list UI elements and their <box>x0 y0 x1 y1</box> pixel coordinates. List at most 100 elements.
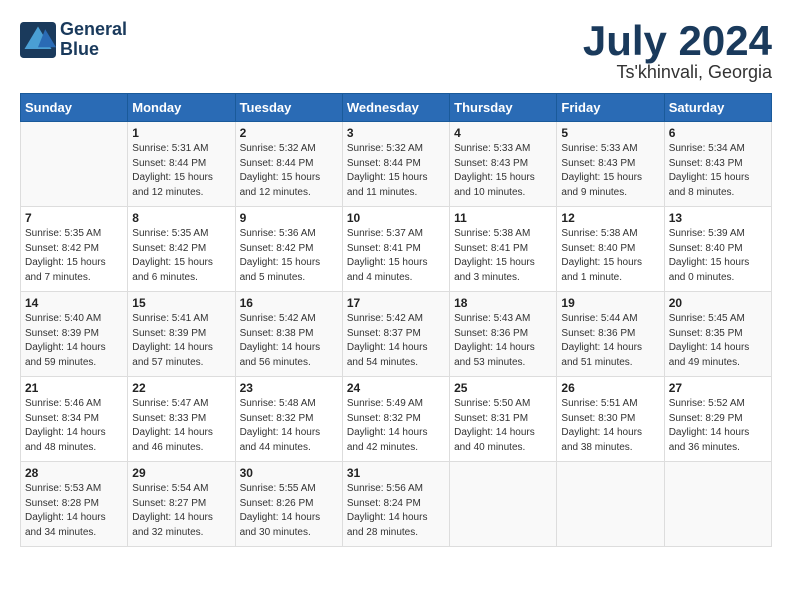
logo-text: General Blue <box>60 20 127 60</box>
day-cell: 17Sunrise: 5:42 AM Sunset: 8:37 PM Dayli… <box>342 292 449 377</box>
header-cell-monday: Monday <box>128 94 235 122</box>
week-row-3: 14Sunrise: 5:40 AM Sunset: 8:39 PM Dayli… <box>21 292 772 377</box>
header-cell-saturday: Saturday <box>664 94 771 122</box>
day-info: Sunrise: 5:52 AM Sunset: 8:29 PM Dayligh… <box>669 397 767 455</box>
day-info: Sunrise: 5:45 AM Sunset: 8:35 PM Dayligh… <box>669 312 767 370</box>
day-cell: 16 Sunrise: 5:42 AM Sunset: 8:38 PM Dayli… <box>235 292 342 377</box>
day-cell: 24Sunrise: 5:49 AM Sunset: 8:32 PM Dayli… <box>342 377 449 462</box>
day-number: 11 <box>454 211 552 225</box>
day-cell: 11 Sunrise: 5:38 AM Sunset: 8:41 PM Dayli… <box>450 207 557 292</box>
day-cell <box>557 462 664 547</box>
day-number: 4 <box>454 126 552 140</box>
calendar-table: SundayMondayTuesdayWednesdayThursdayFrid… <box>20 93 772 547</box>
day-number: 16 <box>240 296 338 310</box>
day-cell: 22 Sunrise: 5:47 AM Sunset: 8:33 PM Dayli… <box>128 377 235 462</box>
header-cell-wednesday: Wednesday <box>342 94 449 122</box>
week-row-1: 1Sunrise: 5:31 AM Sunset: 8:44 PM Daylig… <box>21 122 772 207</box>
logo-line1: General <box>60 20 127 40</box>
day-info: Sunrise: 5:32 AM Sunset: 8:44 PM Dayligh… <box>347 142 445 200</box>
day-cell: 9 Sunrise: 5:36 AM Sunset: 8:42 PM Daylig… <box>235 207 342 292</box>
day-info: Sunrise: 5:54 AM Sunset: 8:27 PM Dayligh… <box>132 482 230 540</box>
day-info: Sunrise: 5:46 AM Sunset: 8:34 PM Dayligh… <box>25 397 123 455</box>
logo-icon <box>20 22 56 58</box>
day-number: 25 <box>454 381 552 395</box>
day-number: 8 <box>132 211 230 225</box>
day-info: Sunrise: 5:34 AM Sunset: 8:43 PM Dayligh… <box>669 142 767 200</box>
day-number: 18 <box>454 296 552 310</box>
day-number: 28 <box>25 466 123 480</box>
day-number: 30 <box>240 466 338 480</box>
logo-line2: Blue <box>60 40 127 60</box>
header-cell-tuesday: Tuesday <box>235 94 342 122</box>
day-cell: 15 Sunrise: 5:41 AM Sunset: 8:39 PM Dayli… <box>128 292 235 377</box>
calendar-subtitle: Ts'khinvali, Georgia <box>583 62 772 83</box>
day-info: Sunrise: 5:33 AM Sunset: 8:43 PM Dayligh… <box>561 142 659 200</box>
day-number: 23 <box>240 381 338 395</box>
day-number: 13 <box>669 211 767 225</box>
header-cell-thursday: Thursday <box>450 94 557 122</box>
day-number: 12 <box>561 211 659 225</box>
day-info: Sunrise: 5:32 AM Sunset: 8:44 PM Dayligh… <box>240 142 338 200</box>
day-number: 20 <box>669 296 767 310</box>
day-number: 21 <box>25 381 123 395</box>
day-cell: 20 Sunrise: 5:45 AM Sunset: 8:35 PM Dayli… <box>664 292 771 377</box>
logo: General Blue <box>20 20 127 60</box>
day-info: Sunrise: 5:42 AM Sunset: 8:38 PM Dayligh… <box>240 312 338 370</box>
day-number: 6 <box>669 126 767 140</box>
day-info: Sunrise: 5:33 AM Sunset: 8:43 PM Dayligh… <box>454 142 552 200</box>
day-number: 9 <box>240 211 338 225</box>
day-number: 5 <box>561 126 659 140</box>
day-number: 10 <box>347 211 445 225</box>
day-info: Sunrise: 5:44 AM Sunset: 8:36 PM Dayligh… <box>561 312 659 370</box>
day-number: 2 <box>240 126 338 140</box>
day-number: 3 <box>347 126 445 140</box>
title-block: July 2024 Ts'khinvali, Georgia <box>583 20 772 83</box>
day-info: Sunrise: 5:36 AM Sunset: 8:42 PM Dayligh… <box>240 227 338 285</box>
day-info: Sunrise: 5:39 AM Sunset: 8:40 PM Dayligh… <box>669 227 767 285</box>
day-cell: 2 Sunrise: 5:32 AM Sunset: 8:44 PM Daylig… <box>235 122 342 207</box>
day-info: Sunrise: 5:41 AM Sunset: 8:39 PM Dayligh… <box>132 312 230 370</box>
day-number: 15 <box>132 296 230 310</box>
calendar-body: 1Sunrise: 5:31 AM Sunset: 8:44 PM Daylig… <box>21 122 772 547</box>
day-number: 7 <box>25 211 123 225</box>
day-cell <box>664 462 771 547</box>
day-number: 27 <box>669 381 767 395</box>
day-info: Sunrise: 5:43 AM Sunset: 8:36 PM Dayligh… <box>454 312 552 370</box>
day-cell: 5 Sunrise: 5:33 AM Sunset: 8:43 PM Daylig… <box>557 122 664 207</box>
day-cell: 25Sunrise: 5:50 AM Sunset: 8:31 PM Dayli… <box>450 377 557 462</box>
day-info: Sunrise: 5:37 AM Sunset: 8:41 PM Dayligh… <box>347 227 445 285</box>
day-cell: 7Sunrise: 5:35 AM Sunset: 8:42 PM Daylig… <box>21 207 128 292</box>
calendar-header: SundayMondayTuesdayWednesdayThursdayFrid… <box>21 94 772 122</box>
day-info: Sunrise: 5:47 AM Sunset: 8:33 PM Dayligh… <box>132 397 230 455</box>
calendar-title: July 2024 <box>583 20 772 62</box>
day-number: 19 <box>561 296 659 310</box>
day-info: Sunrise: 5:35 AM Sunset: 8:42 PM Dayligh… <box>132 227 230 285</box>
day-cell: 19 Sunrise: 5:44 AM Sunset: 8:36 PM Dayli… <box>557 292 664 377</box>
day-cell: 29Sunrise: 5:54 AM Sunset: 8:27 PM Dayli… <box>128 462 235 547</box>
day-info: Sunrise: 5:49 AM Sunset: 8:32 PM Dayligh… <box>347 397 445 455</box>
day-cell: 26Sunrise: 5:51 AM Sunset: 8:30 PM Dayli… <box>557 377 664 462</box>
day-cell: 30Sunrise: 5:55 AM Sunset: 8:26 PM Dayli… <box>235 462 342 547</box>
day-info: Sunrise: 5:53 AM Sunset: 8:28 PM Dayligh… <box>25 482 123 540</box>
day-info: Sunrise: 5:56 AM Sunset: 8:24 PM Dayligh… <box>347 482 445 540</box>
day-number: 31 <box>347 466 445 480</box>
day-info: Sunrise: 5:38 AM Sunset: 8:41 PM Dayligh… <box>454 227 552 285</box>
day-cell <box>450 462 557 547</box>
day-number: 22 <box>132 381 230 395</box>
day-cell: 23 Sunrise: 5:48 AM Sunset: 8:32 PM Dayli… <box>235 377 342 462</box>
day-cell: 8 Sunrise: 5:35 AM Sunset: 8:42 PM Daylig… <box>128 207 235 292</box>
week-row-4: 21 Sunrise: 5:46 AM Sunset: 8:34 PM Dayli… <box>21 377 772 462</box>
week-row-2: 7 Sunrise: 5:35 AM Sunset: 8:42 PM Daylig… <box>21 207 772 292</box>
day-cell: 10 Sunrise: 5:37 AM Sunset: 8:41 PM Dayli… <box>342 207 449 292</box>
day-cell: 1Sunrise: 5:31 AM Sunset: 8:44 PM Daylig… <box>128 122 235 207</box>
day-cell: 18 Sunrise: 5:43 AM Sunset: 8:36 PM Dayli… <box>450 292 557 377</box>
day-cell: 3 Sunrise: 5:32 AM Sunset: 8:44 PM Daylig… <box>342 122 449 207</box>
day-number: 1 <box>132 126 230 140</box>
day-cell: 14Sunrise: 5:40 AM Sunset: 8:39 PM Dayli… <box>21 292 128 377</box>
header-row: SundayMondayTuesdayWednesdayThursdayFrid… <box>21 94 772 122</box>
day-info: Sunrise: 5:42 AM Sunset: 8:37 PM Dayligh… <box>347 312 445 370</box>
day-info: Sunrise: 5:48 AM Sunset: 8:32 PM Dayligh… <box>240 397 338 455</box>
day-cell: 27 Sunrise: 5:52 AM Sunset: 8:29 PM Dayli… <box>664 377 771 462</box>
page-header: General Blue July 2024 Ts'khinvali, Geor… <box>20 20 772 83</box>
day-cell: 21 Sunrise: 5:46 AM Sunset: 8:34 PM Dayli… <box>21 377 128 462</box>
